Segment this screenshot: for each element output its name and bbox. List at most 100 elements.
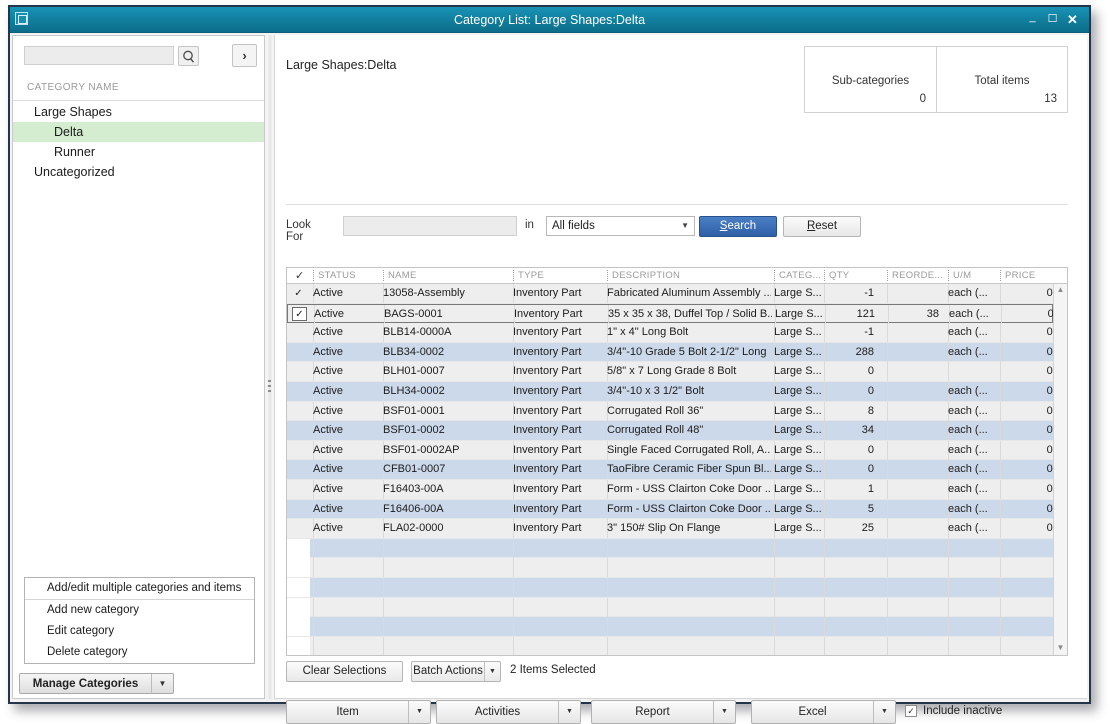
table-row[interactable]: ActiveFLA02-0000Inventory Part3" 150# Sl… [287,519,1053,539]
expand-panel-button[interactable]: › [232,44,257,67]
menu-item[interactable]: Delete category [25,642,254,663]
cell-divider [948,539,949,558]
report-menu-button[interactable]: Report ▼ [591,700,736,724]
row-checkbox[interactable]: ✓ [287,284,310,303]
column-header[interactable]: CATEG... [774,268,822,284]
chevron-down-icon[interactable]: ▼ [713,701,735,723]
table-row[interactable]: ActiveBLH34-0002Inventory Part3/4"-10 x … [287,382,1053,402]
column-header[interactable]: STATUS [313,268,381,284]
excel-menu-button[interactable]: Excel ▼ [751,700,896,724]
table-row[interactable]: ✓Active13058-AssemblyInventory PartFabri… [287,284,1053,304]
table-row-empty[interactable] [287,637,1053,655]
row-checkbox[interactable] [287,539,310,558]
include-inactive-checkbox[interactable]: ✓ [905,705,917,717]
row-checkbox[interactable] [287,637,310,655]
category-item[interactable]: Large Shapes [13,102,264,122]
panel-splitter[interactable] [267,35,273,699]
close-icon[interactable]: ✕ [1064,11,1081,28]
menu-item[interactable]: Edit category [25,621,254,642]
row-checkbox[interactable] [287,617,310,636]
cell-divider [313,637,314,655]
breadcrumb: Large Shapes:Delta [286,58,397,72]
table-row-empty[interactable] [287,539,1053,559]
reset-button[interactable]: Reset [783,216,861,237]
cell-category: Large S... [774,343,822,362]
batch-actions-button[interactable]: Batch Actions ▼ [411,661,501,682]
chevron-down-icon[interactable]: ▼ [408,701,430,723]
table-row-empty[interactable] [287,617,1053,637]
item-menu-button[interactable]: Item ▼ [286,700,431,724]
search-button[interactable]: Search [699,216,777,237]
column-header[interactable]: DESCRIPTION [607,268,771,284]
column-header[interactable]: QTY [824,268,882,284]
menu-item[interactable]: Add new category [25,600,254,621]
row-checkbox[interactable] [287,519,310,538]
row-checkbox[interactable] [287,460,310,479]
table-row[interactable]: ActiveCFB01-0007Inventory PartTaoFibre C… [287,460,1053,480]
row-checkbox[interactable] [287,323,310,342]
row-checkbox[interactable] [287,480,310,499]
chevron-down-icon[interactable]: ▼ [873,701,895,723]
row-checkbox[interactable] [287,421,310,440]
category-item[interactable]: Uncategorized [13,162,264,182]
column-header[interactable]: TYPE [513,268,603,284]
table-row[interactable]: ✓ActiveBAGS-0001Inventory Part35 x 35 x … [287,304,1053,324]
table-row[interactable]: ActiveF16406-00AInventory PartForm - USS… [287,500,1053,520]
search-icon[interactable] [178,46,199,66]
row-checkbox[interactable] [287,598,310,617]
cell-um [948,362,998,381]
chevron-down-icon[interactable]: ▼ [484,662,500,681]
items-selected-status: 2 Items Selected [510,661,596,680]
table-row[interactable]: ActiveBLB14-0000AInventory Part1" x 4" L… [287,323,1053,343]
scroll-up-icon[interactable]: ▲ [1054,284,1067,297]
cell-divider [887,539,888,558]
maximize-icon[interactable]: ☐ [1044,11,1061,28]
scroll-down-icon[interactable]: ▼ [1054,642,1067,655]
row-checkbox[interactable] [287,558,310,577]
cell-reorder [887,480,944,499]
table-row[interactable]: ActiveBSF01-0001Inventory PartCorrugated… [287,402,1053,422]
category-item[interactable]: Runner [13,142,264,162]
activities-menu-button[interactable]: Activities ▼ [436,700,581,724]
column-header[interactable]: U/M [948,268,998,284]
cell-divider [774,558,775,577]
column-header[interactable]: REORDE... [887,268,944,284]
column-header[interactable]: PRICE [1000,268,1076,284]
table-scrollbar[interactable]: ▲ ▼ [1053,284,1067,655]
cell-um: each (... [949,305,999,324]
row-checkbox[interactable] [287,382,310,401]
category-item[interactable]: Delta [13,122,264,142]
row-checkbox[interactable] [287,441,310,460]
row-checkbox[interactable] [287,402,310,421]
sidebar-search-input[interactable] [24,46,174,65]
column-header[interactable]: NAME [383,268,511,284]
row-checkbox[interactable] [287,362,310,381]
cell-description: 3" 150# Slip On Flange [607,519,771,538]
table-row-empty[interactable] [287,598,1053,618]
chevron-down-icon[interactable]: ▼ [151,674,173,694]
cell-divider [1000,637,1001,655]
table-row[interactable]: ActiveF16403-00AInventory PartForm - USS… [287,480,1053,500]
table-row-empty[interactable] [287,558,1053,578]
row-checkbox[interactable]: ✓ [288,305,311,324]
cell-price: 0.00 [1000,382,1053,401]
clear-selections-button[interactable]: Clear Selections [286,661,403,682]
manage-categories-button[interactable]: Manage Categories ▼ [19,673,174,694]
cell-category: Large S... [774,362,822,381]
table-row[interactable]: ActiveBLH01-0007Inventory Part5/8" x 7 L… [287,362,1053,382]
row-checkbox[interactable] [287,343,310,362]
look-for-input[interactable] [343,216,517,236]
cell-description: 35 x 35 x 38, Duffel Top / Solid B... [608,305,772,324]
chevron-down-icon[interactable]: ▼ [558,701,580,723]
table-row-empty[interactable] [287,578,1053,598]
row-checkbox[interactable] [287,578,310,597]
search-field-select[interactable]: All fields ▼ [546,216,695,236]
table-row[interactable]: ActiveBSF01-0002Inventory PartCorrugated… [287,421,1053,441]
minimize-icon[interactable]: _ [1024,11,1041,28]
splitter-grip-icon[interactable] [268,377,272,399]
table-row[interactable]: ActiveBLB34-0002Inventory Part3/4"-10 Gr… [287,343,1053,363]
menu-item[interactable]: Add/edit multiple categories and items [25,578,254,599]
select-all-checkbox[interactable]: ✓ [295,268,304,284]
row-checkbox[interactable] [287,500,310,519]
table-row[interactable]: ActiveBSF01-0002APInventory PartSingle F… [287,441,1053,461]
